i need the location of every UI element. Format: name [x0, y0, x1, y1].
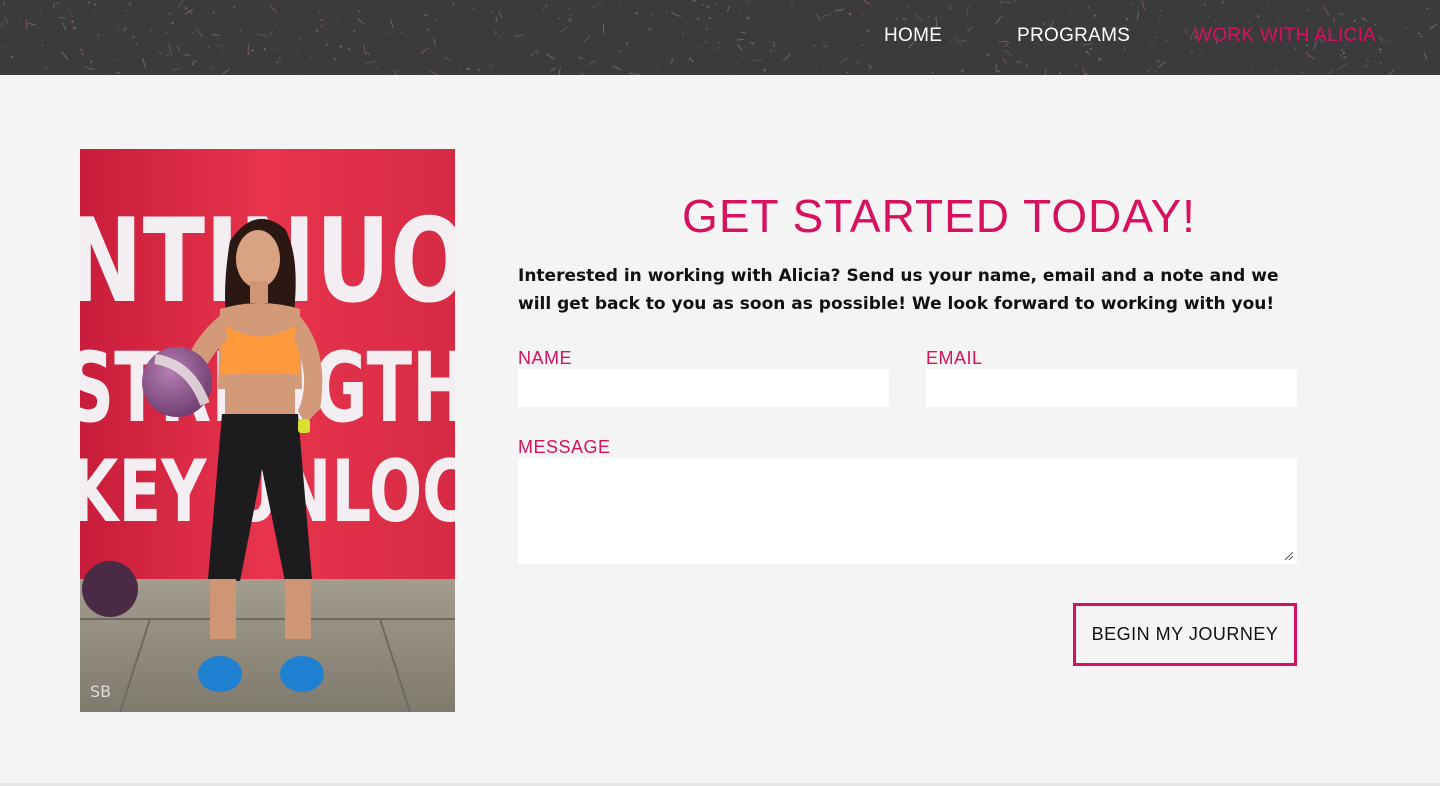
main-nav: HOME PROGRAMS WORK WITH ALICIA — [0, 24, 1440, 50]
message-label: MESSAGE — [518, 437, 611, 457]
photo-watermark: SB — [90, 682, 111, 701]
nav-programs-link[interactable]: PROGRAMS — [1017, 24, 1130, 48]
name-label: NAME — [518, 348, 573, 368]
page-title: GET STARTED TODAY! — [682, 190, 1196, 242]
message-textarea[interactable] — [518, 458, 1297, 564]
begin-my-journey-button[interactable]: BEGIN MY JOURNEY — [1073, 603, 1297, 666]
nav-work-with-alicia-link[interactable]: WORK WITH ALICIA — [1194, 24, 1376, 48]
nav-home-link[interactable]: HOME — [884, 24, 942, 48]
site-header: HOME PROGRAMS WORK WITH ALICIA — [0, 0, 1440, 75]
email-input[interactable] — [926, 369, 1297, 407]
name-input[interactable] — [518, 369, 889, 407]
trainer-photo-illustration: NTINUO STRENGTH KEY UNLOC — [80, 149, 455, 712]
textarea-resize-handle[interactable] — [1285, 552, 1293, 560]
trainer-photo: NTINUO STRENGTH KEY UNLOC — [80, 149, 455, 712]
email-label: EMAIL — [926, 348, 983, 368]
form-intro-text: Interested in working with Alicia? Send … — [518, 266, 1279, 314]
